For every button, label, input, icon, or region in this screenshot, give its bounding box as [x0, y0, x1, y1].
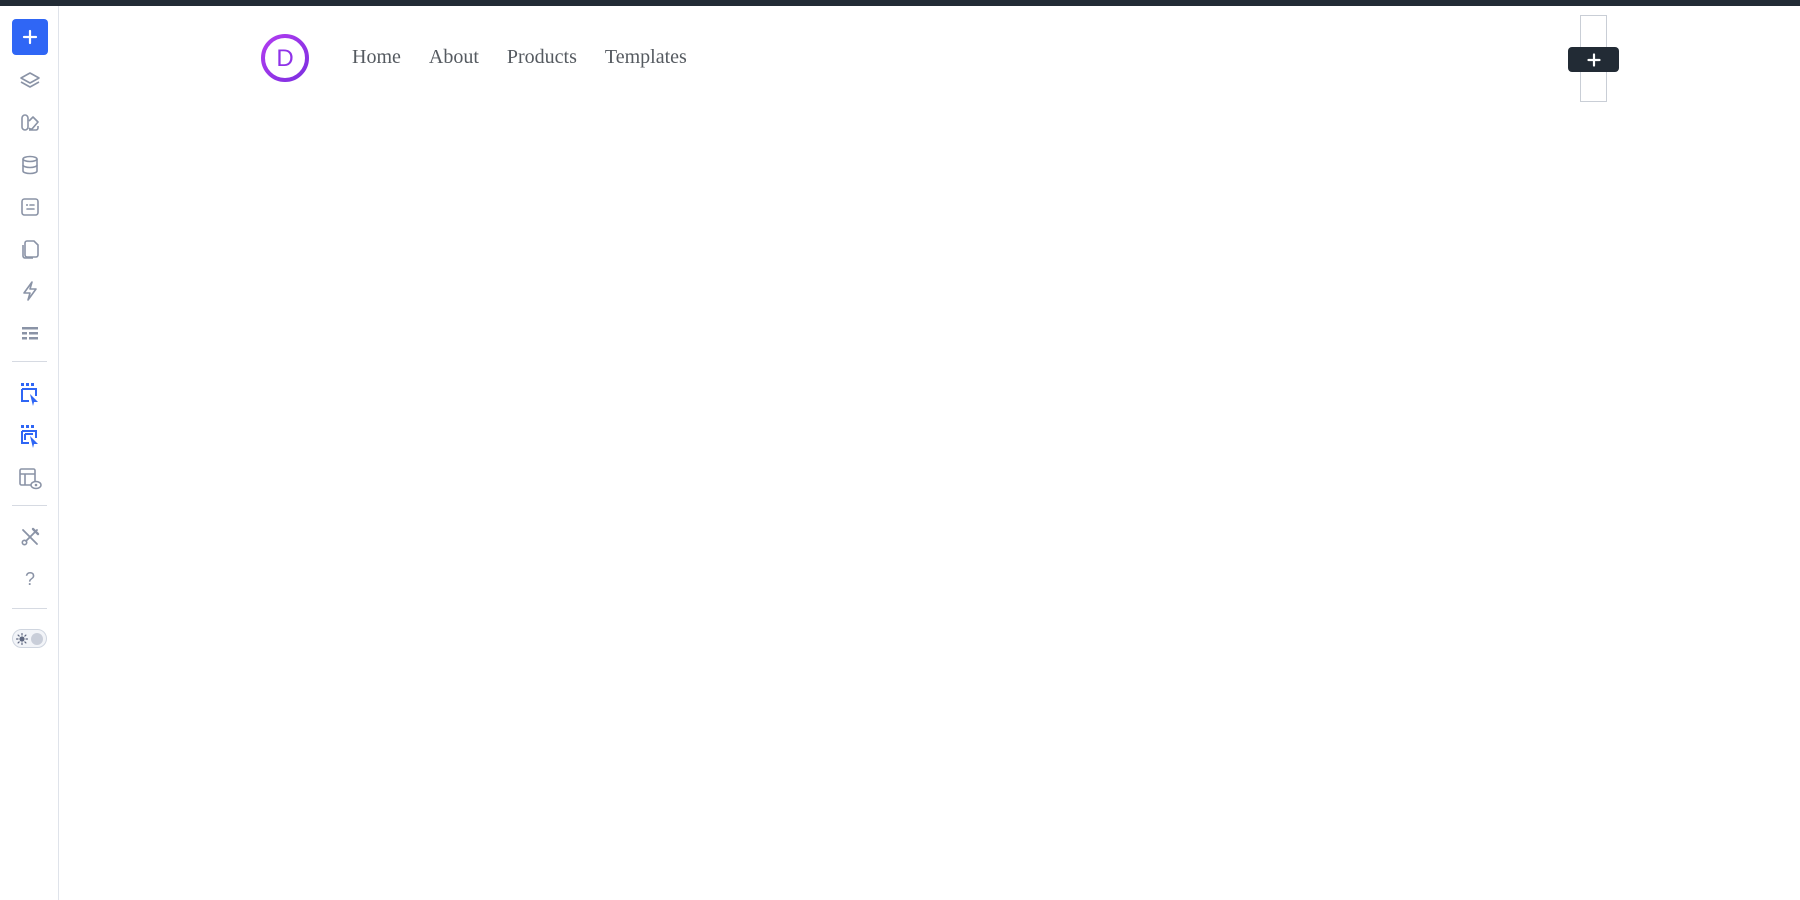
sidebar: ?: [0, 6, 59, 900]
library-icon: [21, 114, 39, 131]
insert-module-button[interactable]: [1568, 47, 1619, 72]
pages-icon: [22, 240, 39, 259]
select-all-button[interactable]: [12, 419, 48, 455]
plus-icon: [22, 29, 38, 45]
plus-icon: [1586, 52, 1601, 67]
tools-button[interactable]: [12, 519, 48, 555]
lightning-icon: [23, 281, 37, 301]
nav-products[interactable]: Products: [507, 46, 577, 69]
database-button[interactable]: [12, 147, 48, 183]
nav-about[interactable]: About: [429, 46, 479, 69]
sidebar-divider: [12, 505, 47, 506]
help-button[interactable]: ?: [12, 561, 48, 597]
nav-home[interactable]: Home: [352, 46, 401, 69]
help-icon: ?: [24, 568, 35, 589]
page-canvas: D Home About Products Templates: [60, 6, 1800, 900]
interactions-button[interactable]: [12, 273, 48, 309]
sidebar-divider: [12, 361, 47, 362]
site-logo[interactable]: D: [260, 33, 310, 83]
library-button[interactable]: [12, 105, 48, 141]
select-all-icon: [21, 425, 38, 448]
layout-preview-button[interactable]: [12, 461, 48, 497]
select-element-button[interactable]: [12, 377, 48, 413]
main-nav: Home About Products Templates: [352, 46, 687, 69]
tools-icon: [21, 527, 40, 546]
logo-letter: D: [276, 45, 293, 72]
form-icon: [21, 198, 39, 216]
layout-preview-icon: [19, 468, 42, 490]
sun-icon: [16, 632, 28, 645]
database-icon: [22, 155, 38, 175]
layers-icon: [20, 72, 40, 88]
menu-list-icon: [22, 327, 38, 340]
theme-toggle[interactable]: [12, 629, 47, 648]
add-element-button[interactable]: [12, 19, 48, 55]
forms-button[interactable]: [12, 189, 48, 225]
select-element-icon: [21, 383, 38, 406]
pages-button[interactable]: [12, 231, 48, 267]
nav-templates[interactable]: Templates: [605, 46, 687, 69]
sidebar-divider: [12, 608, 47, 609]
layers-button[interactable]: [12, 63, 48, 99]
toggle-knob: [31, 632, 43, 645]
menus-button[interactable]: [12, 315, 48, 351]
